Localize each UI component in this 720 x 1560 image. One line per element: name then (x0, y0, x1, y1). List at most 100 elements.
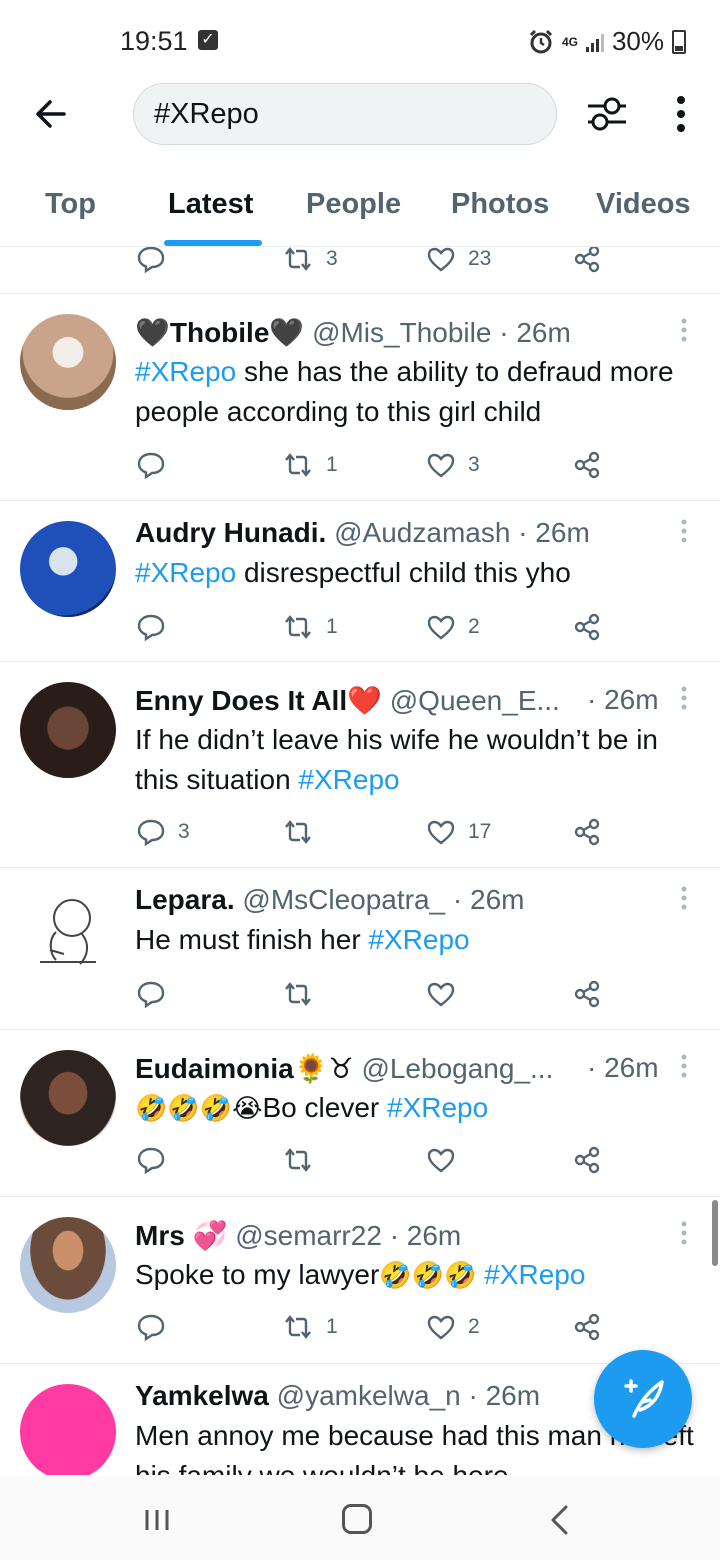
retweet-count: 3 (326, 247, 338, 270)
reply-button[interactable] (136, 976, 166, 1012)
reply-button[interactable]: 3 (136, 814, 190, 850)
retweet-button[interactable] (282, 1142, 314, 1178)
retweet-button[interactable]: 1 (282, 447, 338, 483)
share-button[interactable] (572, 976, 602, 1012)
search-filter-icon[interactable] (584, 94, 630, 134)
tweet-more-icon[interactable] (680, 318, 688, 342)
avatar[interactable] (20, 682, 116, 778)
recent-apps-icon[interactable] (143, 1508, 171, 1532)
author-name[interactable]: Mrs 💞 (135, 1220, 227, 1251)
retweet-button[interactable]: 1 (282, 609, 338, 645)
share-button[interactable] (572, 1309, 602, 1345)
tweet-more-icon[interactable] (680, 886, 688, 910)
share-icon (574, 818, 600, 846)
heart-icon (427, 247, 455, 272)
tweet-actions (0, 1142, 720, 1178)
tab-photos[interactable]: Photos (451, 188, 549, 221)
retweet-button[interactable] (282, 814, 326, 850)
hashtag-link[interactable]: #XRepo (135, 356, 236, 387)
avatar[interactable] (20, 888, 116, 984)
reply-button[interactable] (136, 1309, 166, 1345)
tweet[interactable]: Mrs 💞 @semarr22 · 26m Spoke to my lawyer… (0, 1197, 720, 1363)
retweet-count: 1 (326, 615, 338, 638)
reply-icon (137, 1314, 165, 1342)
hashtag-link[interactable]: #XRepo (135, 557, 236, 588)
tweet-time: · 26m (587, 1052, 659, 1083)
avatar[interactable] (20, 1050, 116, 1146)
emoji-group: 🤣🤣🤣😭 (135, 1094, 263, 1124)
tweet-more-icon[interactable] (680, 686, 688, 710)
share-button[interactable] (572, 814, 602, 850)
reply-button[interactable] (136, 1142, 166, 1178)
tab-videos[interactable]: Videos (596, 188, 691, 221)
like-button[interactable]: 3 (426, 447, 480, 483)
retweet-button[interactable] (282, 976, 314, 1012)
tab-latest[interactable]: Latest (168, 188, 253, 221)
tweet[interactable]: Eudaimonia🌻♉ @Lebogang_... · 26m 🤣🤣🤣😭Bo … (0, 1030, 720, 1196)
tweet-more-icon[interactable] (680, 1054, 688, 1078)
tweet[interactable]: Audry Hunadi. @Audzamash · 26m #XRepo di… (0, 501, 720, 661)
tweet[interactable]: Lepara. @MsCleopatra_ · 26m He must fini… (0, 868, 720, 1029)
share-button[interactable] (572, 609, 602, 645)
reply-button[interactable] (136, 247, 166, 277)
scrollbar[interactable] (712, 1200, 718, 1266)
author-name[interactable]: Audry Hunadi. (135, 517, 326, 548)
tweet-more-icon[interactable] (680, 1221, 688, 1245)
retweet-icon (285, 615, 311, 639)
like-button[interactable] (426, 1142, 456, 1178)
like-button[interactable]: 2 (426, 609, 480, 645)
avatar[interactable] (20, 1217, 116, 1313)
hashtag-link[interactable]: #XRepo (387, 1092, 488, 1123)
reply-button[interactable] (136, 447, 178, 483)
status-bar: 19:51 ✓ 4G 30% (0, 0, 720, 80)
like-button[interactable]: 23 (426, 247, 491, 277)
author-name[interactable]: Enny Does It All❤️ (135, 685, 382, 716)
tweet[interactable]: Enny Does It All❤️ @Queen_E... · 26m If … (0, 662, 720, 867)
battery-level: 30% (611, 26, 664, 56)
compose-tweet-button[interactable] (594, 1350, 692, 1448)
tweet-header: Eudaimonia🌻♉ @Lebogang_... · 26m (135, 1052, 659, 1085)
hashtag-link[interactable]: #XRepo (484, 1259, 585, 1290)
share-button[interactable] (572, 447, 602, 483)
search-input[interactable]: #XRepo (133, 83, 557, 145)
author-handle: @yamkelwa_n (276, 1380, 461, 1411)
author-name[interactable]: Lepara. (135, 884, 235, 915)
author-name[interactable]: Eudaimonia🌻♉ (135, 1053, 354, 1084)
retweet-icon (285, 247, 311, 271)
retweet-button[interactable]: 1 (282, 1309, 338, 1345)
like-button[interactable] (426, 976, 456, 1012)
tab-people[interactable]: People (306, 188, 401, 221)
reply-button[interactable] (136, 609, 178, 645)
avatar[interactable] (20, 314, 116, 410)
share-icon (574, 1313, 600, 1341)
author-name[interactable]: 🖤Thobile🖤 (135, 317, 304, 348)
like-count: 2 (468, 1315, 480, 1338)
compose-icon (624, 1379, 664, 1418)
share-button[interactable] (572, 247, 602, 277)
like-button[interactable]: 2 (426, 1309, 480, 1345)
heart-icon (427, 1315, 455, 1340)
retweet-count: 1 (326, 1315, 338, 1338)
share-button[interactable] (572, 1142, 602, 1178)
home-icon[interactable] (342, 1504, 372, 1534)
avatar[interactable] (20, 521, 116, 617)
avatar[interactable] (20, 1384, 116, 1475)
back-arrow-icon[interactable] (30, 92, 74, 136)
retweet-button[interactable]: 3 (282, 247, 338, 277)
nav-back-icon[interactable] (548, 1504, 572, 1536)
author-name[interactable]: Yamkelwa (135, 1380, 269, 1411)
more-options-icon[interactable] (668, 94, 694, 134)
reply-icon (137, 981, 165, 1009)
hashtag-link[interactable]: #XRepo (368, 924, 469, 955)
tweet-text-body: He must finish her (135, 924, 361, 955)
tab-top[interactable]: Top (45, 188, 96, 221)
tweet-header: Enny Does It All❤️ @Queen_E... · 26m (135, 684, 659, 717)
tweet-text-body: Bo clever (262, 1092, 380, 1123)
like-count: 17 (468, 820, 492, 843)
tweet-more-icon[interactable] (680, 519, 688, 543)
hashtag-link[interactable]: #XRepo (298, 764, 399, 795)
tweet[interactable]: 🖤Thobile🖤 @Mis_Thobile · 26m #XRepo she … (0, 294, 720, 500)
like-button[interactable]: 17 (426, 814, 491, 850)
notification-check-icon: ✓ (198, 30, 218, 50)
battery-icon (672, 29, 686, 54)
